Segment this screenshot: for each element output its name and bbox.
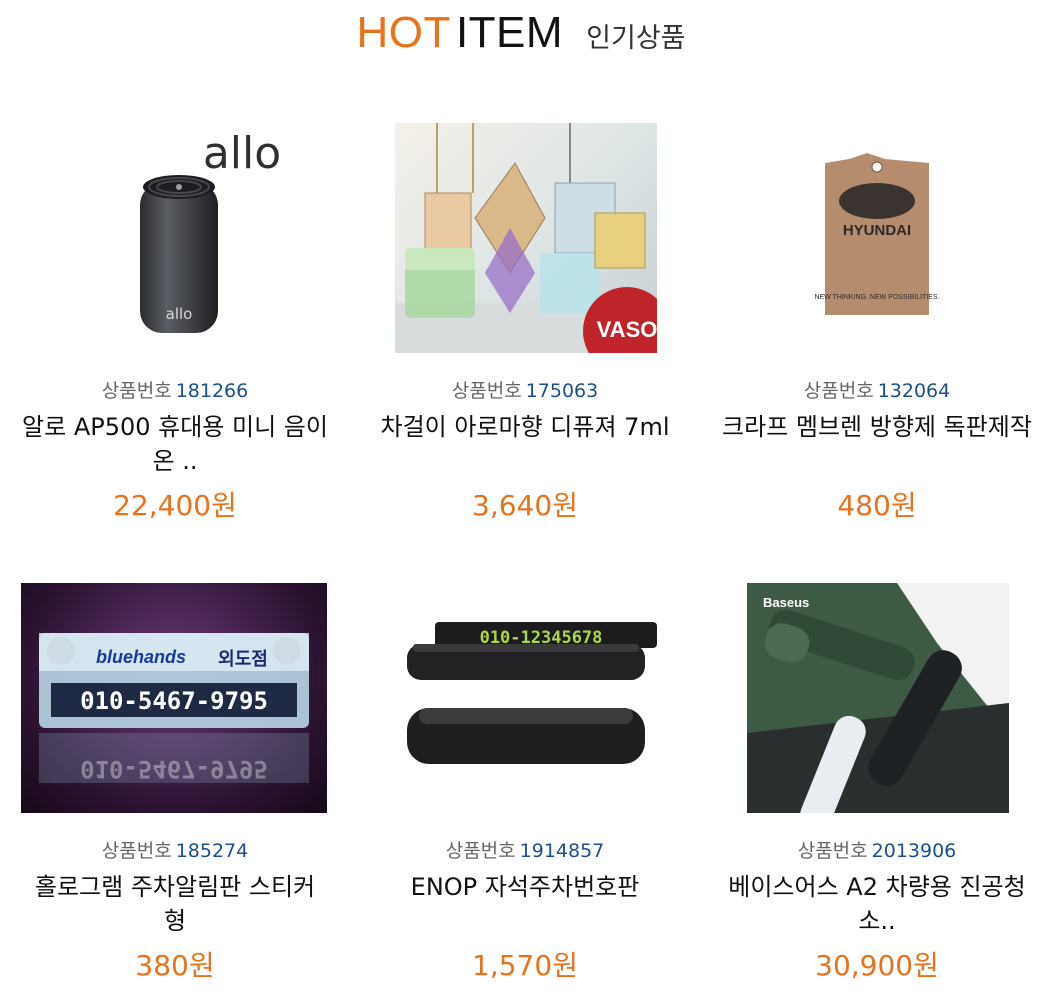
product-card[interactable]: allo allo 상품번호 181266 알로 AP500 휴대용 미니 음이온…: [10, 0, 340, 522]
svg-text:외도점: 외도점: [218, 649, 268, 670]
svg-text:NEW THINKING. NEW POSSIBILITIE: NEW THINKING. NEW POSSIBILITIES.: [814, 294, 939, 301]
product-code-label: 상품번호: [101, 840, 172, 862]
air-freshener-image: HYUNDAI NEW THINKING. NEW POSSIBILITIES.: [814, 153, 940, 315]
product-code: 상품번호 2013906: [712, 836, 1042, 863]
product-image[interactable]: VASO: [395, 123, 657, 353]
svg-text:Baseus: Baseus: [763, 595, 809, 610]
product-code-number: 1914857: [519, 840, 605, 862]
product-name[interactable]: 크라프 멤브렌 방향제 독판제작: [712, 410, 1042, 444]
product-card[interactable]: 010-12345678 상품번호 1914857 ENOP 자석주차번호판 1,…: [360, 460, 690, 1000]
product-name[interactable]: 차걸이 아로마향 디퓨져 7ml: [360, 410, 690, 444]
svg-text:allo: allo: [203, 128, 281, 179]
product-image[interactable]: allo allo: [110, 123, 300, 353]
product-card[interactable]: Baseus 상품번호 2013906 베이스어스 A2 차량용 진공청소.. 3…: [712, 460, 1042, 1000]
product-code: 상품번호 1914857: [360, 836, 690, 863]
parking-plate-image: 010-12345678: [407, 622, 657, 764]
air-purifier-image: allo allo: [140, 128, 281, 333]
vacuum-image: Baseus: [747, 583, 1009, 813]
svg-text:010-5467-9795: 010-5467-9795: [80, 755, 268, 783]
product-name[interactable]: 홀로그램 주차알림판 스티커형: [10, 870, 340, 938]
product-code-number: 175063: [525, 380, 599, 402]
product-code-label: 상품번호: [445, 840, 516, 862]
product-card[interactable]: VASO 상품번호 175063 차걸이 아로마향 디퓨져 7ml 3,640원: [360, 0, 690, 522]
product-image[interactable]: bluehands 외도점 010-5467-9795 010-5467-979…: [21, 583, 327, 813]
product-code-number: 2013906: [871, 840, 957, 862]
product-card[interactable]: bluehands 외도점 010-5467-9795 010-5467-979…: [10, 460, 340, 1000]
product-image[interactable]: HYUNDAI NEW THINKING. NEW POSSIBILITIES.: [807, 153, 947, 323]
product-price: 380원: [135, 949, 215, 982]
product-code-label: 상품번호: [797, 840, 868, 862]
svg-text:VASO: VASO: [597, 317, 657, 342]
product-name[interactable]: ENOP 자석주차번호판: [360, 870, 690, 904]
svg-text:allo: allo: [166, 305, 193, 323]
product-code-number: 181266: [175, 380, 249, 402]
product-price: 1,570원: [472, 949, 578, 982]
svg-text:bluehands: bluehands: [96, 647, 186, 667]
svg-text:010-5467-9795: 010-5467-9795: [80, 687, 268, 715]
product-code-label: 상품번호: [451, 380, 522, 402]
product-code: 상품번호 185274: [10, 836, 340, 863]
product-code-label: 상품번호: [101, 380, 172, 402]
product-code: 상품번호 132064: [712, 376, 1042, 403]
product-code: 상품번호 175063: [360, 376, 690, 403]
product-code-label: 상품번호: [803, 380, 874, 402]
svg-text:HYUNDAI: HYUNDAI: [843, 222, 911, 239]
product-name[interactable]: 베이스어스 A2 차량용 진공청소..: [712, 870, 1042, 938]
product-card[interactable]: HYUNDAI NEW THINKING. NEW POSSIBILITIES.…: [712, 0, 1042, 522]
product-code-number: 185274: [175, 840, 249, 862]
product-image[interactable]: Baseus: [747, 583, 1009, 813]
product-code-number: 132064: [877, 380, 951, 402]
diffuser-image: VASO: [395, 123, 657, 353]
product-price: 30,900원: [815, 949, 939, 982]
product-image[interactable]: 010-12345678: [395, 600, 657, 800]
parking-sign-image: bluehands 외도점 010-5467-9795 010-5467-979…: [39, 633, 309, 783]
product-code: 상품번호 181266: [10, 376, 340, 403]
